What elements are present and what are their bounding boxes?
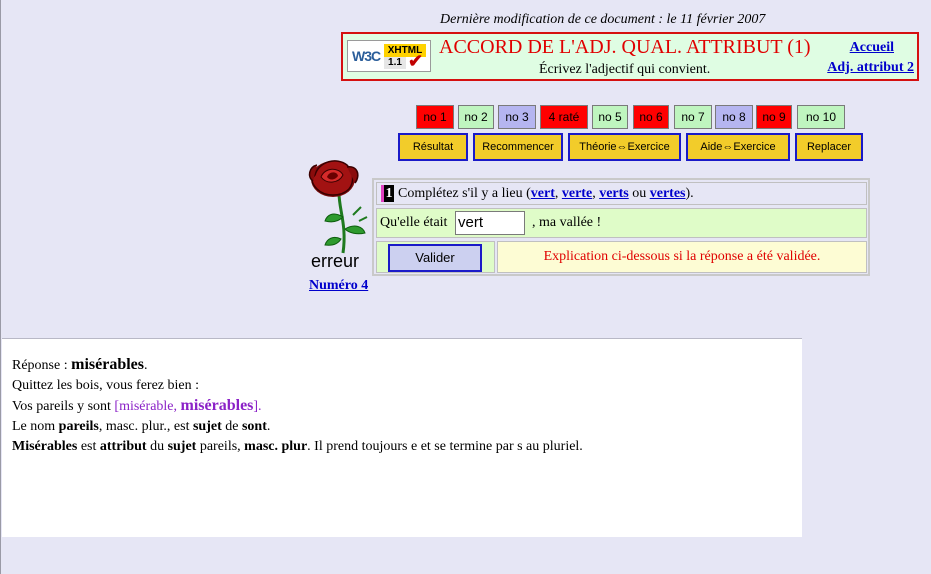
validate-cell: Valider <box>376 241 495 273</box>
home-link[interactable]: Accueil <box>850 40 894 56</box>
check-icon: ✔ <box>408 51 424 71</box>
w3c-logo: W3C <box>352 48 381 64</box>
question-button-7[interactable]: no 7 <box>674 105 712 129</box>
verse-line-1: Quittez les bois, vous ferez bien : <box>12 378 200 393</box>
question-button-8[interactable]: no 8 <box>715 105 753 129</box>
text: , masc. plur., est <box>98 419 193 434</box>
option-verts[interactable]: verts <box>599 186 629 201</box>
text: est <box>77 439 100 454</box>
question-number-badge: 1 <box>381 185 394 203</box>
question-button-9[interactable]: no 9 <box>756 105 792 129</box>
question-number-link[interactable]: Numéro 4 <box>309 278 368 294</box>
rose-icon <box>308 160 368 254</box>
question-button-5[interactable]: no 5 <box>592 105 628 129</box>
bracket-word: misérables <box>180 397 254 414</box>
answer-explanation-panel: Réponse : misérables. Quittez les bois, … <box>2 338 802 537</box>
text-bold: sujet <box>167 439 197 454</box>
validate-button[interactable]: Valider <box>388 244 482 272</box>
next-exercise-link[interactable]: Adj. attribut 2 <box>827 60 914 76</box>
answer-word: misérables <box>71 356 144 373</box>
xhtml-version: 1.1 <box>384 57 406 69</box>
status-error-label: erreur <box>311 251 360 271</box>
option-vertes[interactable]: vertes <box>650 186 686 201</box>
answer-line: Réponse : misérables. <box>12 355 792 376</box>
question-button-6[interactable]: no 6 <box>633 105 669 129</box>
text: Le nom <box>12 419 59 434</box>
sentence-row: Qu'elle était vert , ma vallée ! <box>376 208 867 238</box>
theory-toggle-button[interactable]: Théorie⇔Exercice <box>568 133 681 161</box>
restart-button[interactable]: Recommencer <box>473 133 563 161</box>
text: . Il prend toujours e et se termine par … <box>307 439 583 454</box>
text-bold: Misérables <box>12 439 78 454</box>
answer-period: . <box>143 358 148 373</box>
option-verte[interactable]: verte <box>562 186 592 201</box>
text: . <box>266 419 271 434</box>
w3c-xhtml-badge[interactable]: W3C XHTML 1.1 ✔ <box>347 40 431 72</box>
text-bold: pareils <box>58 419 99 434</box>
sentence-before: Qu'elle était <box>380 215 448 230</box>
text-bold: sujet <box>192 419 222 434</box>
bracket-close: ]. <box>253 399 262 414</box>
text: pareils, <box>196 439 245 454</box>
question-button-2[interactable]: no 2 <box>458 105 494 129</box>
page-title: ACCORD DE L'ADJ. QUAL. ATTRIBUT (1) <box>439 36 811 58</box>
replace-button[interactable]: Replacer <box>795 133 863 161</box>
text-bold: masc. plur <box>244 439 308 454</box>
header-panel: W3C XHTML 1.1 ✔ ACCORD DE L'ADJ. QUAL. A… <box>341 32 919 81</box>
text-bold: sont <box>241 419 267 434</box>
option-vert[interactable]: vert <box>531 186 555 201</box>
text: du <box>146 439 168 454</box>
instruction-text: Complétez s'il y a lieu ( <box>398 186 531 201</box>
answer-input[interactable]: vert <box>455 211 525 235</box>
text: de <box>221 419 242 434</box>
page-subtitle: Écrivez l'adjectif qui convient. <box>539 62 711 77</box>
verse-line-2-text: Vos pareils y sont <box>12 399 115 414</box>
last-modified: Dernière modification de ce document : l… <box>440 12 766 27</box>
separator: , <box>554 186 562 201</box>
window-left-border <box>0 0 1 574</box>
grammar-line-1: Le nom pareils, masc. plur., est sujet d… <box>12 417 792 437</box>
answer-label: Réponse : <box>12 358 72 373</box>
separator: ou <box>628 186 650 201</box>
grammar-line-2: Misérables est attribut du sujet pareils… <box>12 437 792 457</box>
help-toggle-button[interactable]: Aide⇔Exercice <box>686 133 790 161</box>
question-button-4[interactable]: 4 raté <box>540 105 588 129</box>
bracket-choice: [misérable, misérables]. <box>114 397 262 414</box>
explanation-hint: Explication ci-dessous si la réponse a é… <box>497 241 867 273</box>
instruction-close: ). <box>685 186 694 201</box>
sentence-after: , ma vallée ! <box>532 215 602 230</box>
result-button[interactable]: Résultat <box>398 133 468 161</box>
question-button-3[interactable]: no 3 <box>498 105 536 129</box>
question-button-10[interactable]: no 10 <box>797 105 845 129</box>
question-button-1[interactable]: no 1 <box>416 105 454 129</box>
text-bold: attribut <box>99 439 147 454</box>
instruction-row: 1 Complétez s'il y a lieu (vert, verte, v… <box>376 182 867 205</box>
bracket-open: [misérable, <box>114 399 181 414</box>
exercise-panel: 1 Complétez s'il y a lieu (vert, verte, v… <box>372 178 870 276</box>
verse-line-2: Vos pareils y sont [misérable, misérable… <box>12 396 792 417</box>
